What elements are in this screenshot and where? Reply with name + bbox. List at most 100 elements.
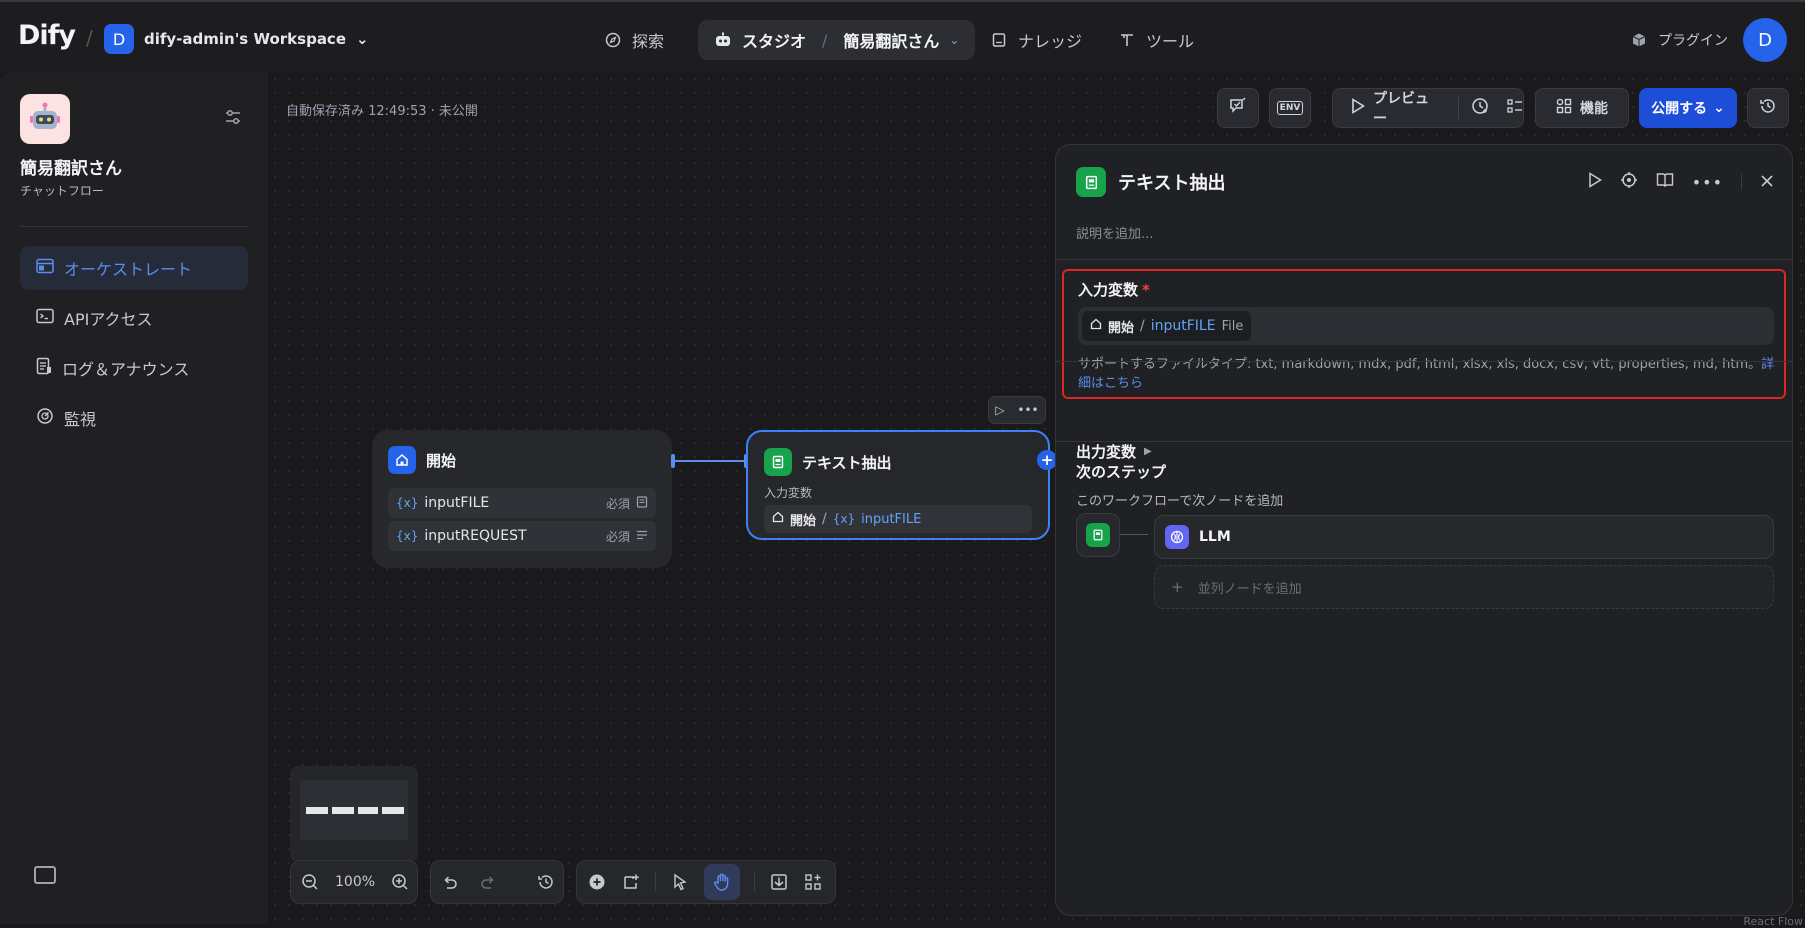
sidebar-item-label: APIアクセス [64,310,153,329]
sidebar-divider [20,226,248,227]
redo-icon[interactable] [479,872,497,892]
checklist-button[interactable] [1217,88,1259,128]
node-quick-tools: ▷ ••• [988,396,1046,424]
plugins-button[interactable]: プラグイン [1630,20,1728,60]
add-parallel-node-button[interactable]: + 並列ノードを追加 [1154,565,1774,609]
preview-button[interactable]: プレビュー [1373,88,1440,128]
more-icon[interactable]: ••• [1692,173,1723,192]
organize-layout-icon[interactable] [803,872,823,892]
history-icon[interactable] [537,872,555,892]
extract-input-ref: 開始 / {x} inputFILE [764,505,1032,533]
settings-sliders-icon[interactable] [224,108,244,128]
minimap[interactable] [290,766,418,862]
play-icon[interactable]: ▷ [995,403,1004,417]
required-label: 必須 [605,496,630,511]
hand-icon[interactable] [704,864,740,900]
add-node-icon[interactable] [587,872,607,892]
text-extract-node[interactable]: テキスト抽出 入力変数 開始 / {x} inputFILE [746,430,1050,540]
next-node-llm[interactable]: LLM [1154,515,1774,559]
output-handle[interactable] [671,454,675,468]
variable-name: inputFILE [424,495,490,511]
add-parallel-label: 並列ノードを追加 [1197,581,1302,597]
start-var-row: {x} inputFILE 必須 [388,488,656,518]
separator: / [86,26,93,50]
plugins-label: プラグイン [1658,33,1728,49]
export-image-icon[interactable] [769,872,789,892]
home-icon [1090,318,1102,334]
panel-tools: ••• [1588,171,1774,193]
node-detail-panel: テキスト抽出 ••• 説明を追加... 入力変数 * 開始 / inputFIL… [1055,144,1793,916]
nav-explore[interactable]: 探索 [604,20,664,60]
play-icon[interactable] [1351,98,1366,118]
add-next-node-button[interactable]: + [1037,450,1057,470]
start-node[interactable]: 開始 {x} inputFILE 必須 {x} inputREQUEST 必須 [372,430,672,568]
terminal-icon [36,308,54,328]
autosave-status: 自動保存済み 12:49:53 · 未公開 [286,104,478,119]
current-app-name[interactable]: 簡易翻訳さん [843,28,939,52]
robot-app-icon [20,94,70,144]
open-book-icon[interactable] [1656,172,1674,192]
top-nav-bar: Dify / D dify-admin's Workspace ⌄ 探索 スタジ… [0,0,1805,72]
variable-name: inputREQUEST [424,528,527,544]
description-input[interactable]: 説明を追加... [1076,223,1153,242]
features-label: 機能 [1580,101,1608,117]
history-run-icon[interactable] [1471,97,1489,119]
input-variable-section: 入力変数 * 開始 / inputFILE File サポートするファイルタイプ:… [1062,269,1786,399]
nav-tools[interactable]: ツール [1118,20,1194,60]
more-icon[interactable]: ••• [1017,403,1038,417]
robot-icon [714,31,732,49]
app-sidebar: 簡易翻訳さん チャットフロー オーケストレート APIアクセス ログ＆アナウンス… [0,72,268,924]
checklist-icon[interactable] [1507,98,1523,118]
publish-button[interactable]: 公開する ⌄ [1639,88,1737,128]
book-icon [990,31,1008,49]
current-node-badge [1076,513,1120,557]
variable-selector[interactable]: 開始 / inputFILE File [1078,307,1774,345]
sidebar-item-monitoring[interactable]: 監視 [20,396,248,440]
edge-start-to-extract[interactable] [672,460,746,462]
required-label: 必須 [605,529,630,544]
add-note-icon[interactable] [621,872,641,892]
zoom-level[interactable]: 100% [335,874,375,890]
extract-node-subtitle: 入力変数 [764,486,813,500]
env-icon: ENV [1276,101,1304,115]
sidebar-item-orchestrate[interactable]: オーケストレート [20,246,248,290]
tool-icon [1118,31,1136,49]
sidebar-collapse-icon[interactable] [34,866,56,884]
workspace-switcher[interactable]: D dify-admin's Workspace ⌄ [104,24,369,54]
document-extract-icon [1086,523,1110,547]
close-icon[interactable] [1760,173,1774,192]
sidebar-item-label: 監視 [64,410,97,429]
zoom-out-icon[interactable] [301,872,319,892]
react-flow-attribution[interactable]: React Flow [1743,915,1803,928]
next-step-title: 次のステップ [1076,463,1167,481]
canvas-tools [576,860,836,904]
chevron-down-icon[interactable]: ⌄ [949,33,959,47]
workspace-name: dify-admin's Workspace [144,30,347,48]
gauge-icon [36,407,54,429]
undo-icon[interactable] [441,872,459,892]
version-history-button[interactable] [1747,88,1789,128]
history-icon [1759,97,1777,119]
zoom-controls: 100% [290,860,418,904]
home-icon [772,511,784,527]
output-variable-section[interactable]: 出力変数 ▶ [1076,441,1152,462]
sidebar-item-logs[interactable]: ログ＆アナウンス [20,346,248,390]
nav-knowledge[interactable]: ナレッジ [990,20,1082,60]
sidebar-item-api-access[interactable]: APIアクセス [20,296,248,340]
features-button[interactable]: 機能 [1535,88,1629,128]
home-icon [388,446,416,474]
dify-logo[interactable]: Dify [18,20,76,51]
variable-chip[interactable]: 開始 / inputFILE File [1082,311,1252,341]
file-icon [636,495,648,511]
user-avatar[interactable]: D [1743,18,1787,62]
panel-title[interactable]: テキスト抽出 [1118,169,1225,195]
env-button[interactable]: ENV [1269,88,1311,128]
run-icon[interactable] [1588,172,1602,192]
nav-studio[interactable]: スタジオ / 簡易翻訳さん ⌄ [698,20,976,60]
locate-icon[interactable] [1620,171,1638,193]
next-connector [1120,534,1148,535]
pointer-icon[interactable] [670,872,690,892]
sidebar-item-label: ログ＆アナウンス [62,360,190,379]
cube-icon [1630,31,1648,49]
zoom-in-icon[interactable] [391,872,409,892]
